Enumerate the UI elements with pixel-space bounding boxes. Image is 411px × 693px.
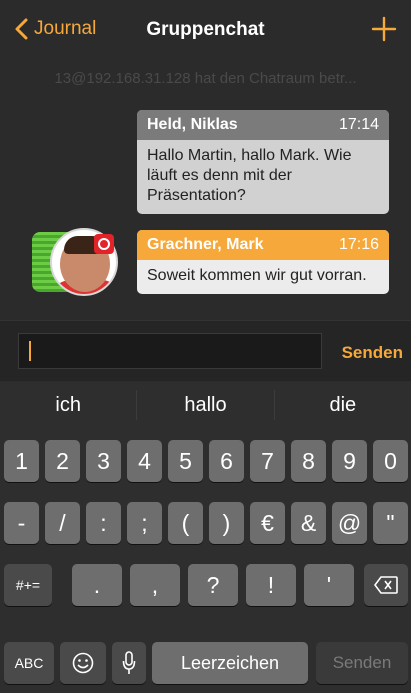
key-4[interactable]: 4	[127, 440, 162, 482]
key-close-paren[interactable]: )	[209, 502, 244, 544]
message-header: Grachner, Mark 17:16	[137, 230, 389, 260]
message-time: 17:16	[338, 236, 379, 253]
key-0[interactable]: 0	[373, 440, 408, 482]
key-colon[interactable]: :	[86, 502, 121, 544]
keyboard: 1 2 3 4 5 6 7 8 9 0 - / : ; ( ) € & @ " …	[0, 428, 411, 693]
message-sender: Held, Niklas	[147, 116, 238, 133]
key-7[interactable]: 7	[250, 440, 285, 482]
message-time: 17:14	[338, 116, 379, 133]
backspace-key[interactable]	[364, 564, 408, 606]
key-ampersand[interactable]: &	[291, 502, 326, 544]
text-caret	[29, 341, 31, 361]
system-message: 13@192.168.31.128 hat den Chatraum betr.…	[54, 70, 357, 87]
plus-icon[interactable]	[371, 16, 397, 42]
key-at[interactable]: @	[332, 502, 367, 544]
message-header: Held, Niklas 17:14	[137, 110, 389, 140]
key-comma[interactable]: ,	[130, 564, 180, 606]
key-euro[interactable]: €	[250, 502, 285, 544]
message-sender: Grachner, Mark	[147, 236, 264, 253]
key-quote[interactable]: "	[373, 502, 408, 544]
emoji-key[interactable]	[60, 642, 106, 684]
key-8[interactable]: 8	[291, 440, 326, 482]
key-symbols-toggle[interactable]: #+=	[4, 564, 52, 606]
suggestion-item[interactable]: hallo	[137, 382, 273, 428]
key-abc[interactable]: ABC	[4, 642, 54, 684]
message-bubble[interactable]: Grachner, Mark 17:16 Soweit kommen wir g…	[137, 230, 389, 294]
key-hyphen[interactable]: -	[4, 502, 39, 544]
key-1[interactable]: 1	[4, 440, 39, 482]
composer-bar: Senden	[0, 320, 411, 381]
message-text: Soweit kommen wir gut vorran.	[147, 267, 367, 284]
key-question[interactable]: ?	[188, 564, 238, 606]
page-title: Gruppenchat	[146, 19, 265, 40]
key-3[interactable]: 3	[86, 440, 121, 482]
suggestion-bar: ich hallo die	[0, 382, 411, 428]
return-key[interactable]: Senden	[316, 642, 408, 684]
sender-avatar[interactable]	[32, 228, 122, 296]
message-input[interactable]	[18, 333, 322, 369]
key-period[interactable]: .	[72, 564, 122, 606]
send-button[interactable]: Senden	[342, 343, 403, 363]
key-open-paren[interactable]: (	[168, 502, 203, 544]
microphone-icon	[122, 651, 136, 674]
key-2[interactable]: 2	[45, 440, 80, 482]
key-5[interactable]: 5	[168, 440, 203, 482]
emoji-icon	[72, 652, 94, 674]
key-exclamation[interactable]: !	[246, 564, 296, 606]
key-6[interactable]: 6	[209, 440, 244, 482]
message-bubble[interactable]: Held, Niklas 17:14 Hallo Martin, hallo M…	[137, 110, 389, 214]
space-key[interactable]: Leerzeichen	[152, 642, 308, 684]
key-semicolon[interactable]: ;	[127, 502, 162, 544]
navigation-bar: Journal Gruppenchat	[0, 0, 411, 64]
message-text: Hallo Martin, hallo Mark. Wie läuft es d…	[147, 147, 352, 204]
backspace-icon	[374, 576, 398, 594]
dictation-key[interactable]	[112, 642, 146, 684]
suggestion-item[interactable]: die	[275, 382, 411, 428]
key-slash[interactable]: /	[45, 502, 80, 544]
key-apostrophe[interactable]: '	[304, 564, 354, 606]
suggestion-item[interactable]: ich	[0, 382, 136, 428]
presence-badge-icon	[94, 234, 114, 254]
key-9[interactable]: 9	[332, 440, 367, 482]
